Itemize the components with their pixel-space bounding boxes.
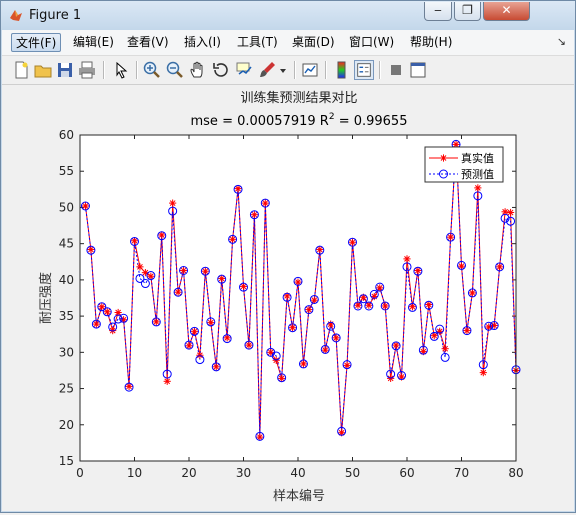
edit-plot-arrow-icon[interactable] — [111, 60, 131, 80]
data-point-actual — [370, 292, 378, 301]
figure-window: Figure 1 ‒ ❐ ✕ 文件(F) 编辑(E) 查看(V) 插入(I) 工… — [0, 0, 576, 513]
colorbar-icon[interactable] — [332, 60, 352, 80]
plot-area[interactable] — [80, 135, 516, 461]
x-tick-label: 0 — [76, 466, 84, 480]
x-tick-label: 20 — [181, 466, 196, 480]
figure-toolbar — [2, 56, 574, 85]
toolbar-separator — [294, 61, 296, 79]
y-tick-label: 25 — [59, 382, 74, 396]
x-axis-label: 样本编号 — [273, 489, 325, 504]
menu-insert[interactable]: 插入(I) — [180, 33, 225, 52]
line-chart[interactable]: 训练集预测结果对比 mse = 0.00057919 R2 = 0.99655 … — [2, 85, 574, 511]
close-button[interactable]: ✕ — [483, 2, 530, 21]
menu-file[interactable]: 文件(F) — [11, 33, 62, 52]
menu-tools[interactable]: 工具(T) — [233, 33, 282, 52]
toolbar-separator — [379, 61, 381, 79]
toolbar-separator — [136, 61, 138, 79]
menu-desktop[interactable]: 桌面(D) — [288, 33, 339, 52]
subtitle-suffix: = 0.99655 — [335, 114, 408, 129]
data-point-actual — [441, 345, 449, 353]
x-tick-label: 10 — [127, 466, 142, 480]
minimize-button[interactable]: ‒ — [424, 2, 452, 21]
data-point-actual — [163, 377, 171, 385]
x-tick-label: 80 — [508, 466, 523, 480]
print-icon[interactable] — [77, 60, 97, 80]
menu-help[interactable]: 帮助(H) — [406, 33, 456, 52]
x-tick-label: 60 — [399, 466, 414, 480]
y-tick-label: 35 — [59, 309, 74, 323]
matlab-logo-icon — [10, 10, 22, 21]
menu-window[interactable]: 窗口(W) — [345, 33, 398, 52]
menu-bar: 文件(F) 编辑(E) 查看(V) 插入(I) 工具(T) 桌面(D) 窗口(W… — [2, 30, 574, 56]
show-plot-tools-icon[interactable] — [408, 60, 428, 80]
subtitle-prefix: mse = 0.00057919 R — [191, 114, 329, 129]
data-point-actual — [327, 320, 335, 328]
link-plot-icon[interactable] — [300, 60, 320, 80]
open-file-icon[interactable] — [33, 60, 53, 80]
brush-icon[interactable] — [257, 60, 277, 80]
y-tick-label: 15 — [59, 454, 74, 468]
figure-canvas: 训练集预测结果对比 mse = 0.00057919 R2 = 0.99655 … — [2, 85, 574, 511]
window-title: Figure 1 — [29, 8, 82, 23]
new-figure-icon[interactable] — [11, 60, 31, 80]
hide-plot-tools-icon[interactable] — [386, 60, 406, 80]
brush-dropdown-icon[interactable] — [278, 60, 288, 80]
toolbar-separator — [103, 61, 105, 79]
x-tick-label: 70 — [454, 466, 469, 480]
pan-hand-icon[interactable] — [188, 60, 208, 80]
toolbar-separator — [325, 61, 327, 79]
data-point-actual — [479, 369, 487, 377]
y-tick-label: 20 — [59, 418, 74, 432]
y-tick-label: 60 — [59, 128, 74, 142]
menu-view[interactable]: 查看(V) — [123, 33, 173, 52]
zoom-in-icon[interactable] — [142, 60, 162, 80]
y-axis-label: 耐压强度 — [38, 272, 54, 324]
restore-button[interactable]: ❐ — [454, 2, 481, 21]
title-bar[interactable]: Figure 1 ‒ ❐ ✕ — [1, 1, 575, 30]
legend-label-actual: 真实值 — [461, 151, 494, 165]
y-tick-label: 55 — [59, 164, 74, 178]
y-tick-label: 40 — [59, 273, 74, 287]
chart-title: 训练集预测结果对比 — [240, 90, 357, 106]
legend[interactable]: 真实值 预测值 — [424, 146, 504, 183]
legend-label-predicted: 预测值 — [461, 168, 494, 181]
menu-edit[interactable]: 编辑(E) — [69, 33, 118, 52]
y-tick-label: 30 — [59, 345, 74, 359]
menu-overflow-icon[interactable]: ↘ — [557, 35, 566, 48]
x-tick-label: 50 — [345, 466, 360, 480]
rotate-3d-icon[interactable] — [211, 60, 231, 80]
data-point-actual — [474, 184, 482, 192]
legend-icon[interactable] — [354, 60, 374, 80]
zoom-out-icon[interactable] — [165, 60, 185, 80]
save-icon[interactable] — [55, 60, 75, 80]
data-cursor-icon[interactable] — [234, 60, 254, 80]
chart-subtitle: mse = 0.00057919 R2 = 0.99655 — [191, 112, 408, 129]
x-tick-label: 30 — [236, 466, 251, 480]
y-tick-label: 50 — [59, 200, 74, 214]
x-tick-label: 40 — [290, 466, 305, 480]
y-tick-label: 45 — [59, 237, 74, 251]
